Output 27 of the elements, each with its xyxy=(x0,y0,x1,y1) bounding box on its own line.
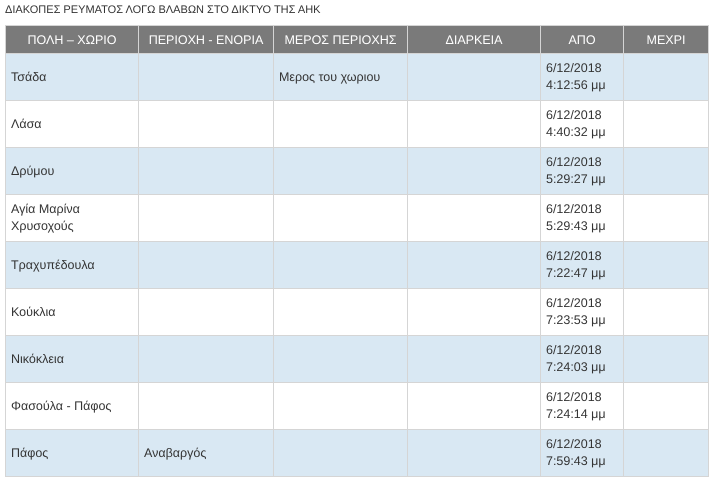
table-cell: 6/12/2018 4:12:56 μμ xyxy=(546,61,606,92)
table-cell: Μερος του χωριου xyxy=(279,70,380,84)
table-cell: Αναβαργός xyxy=(144,446,206,460)
table-cell: 6/12/2018 5:29:27 μμ xyxy=(546,155,606,186)
table-cell: Πάφος xyxy=(11,446,48,460)
column-header: ΠΕΡΙΟΧΗ - ΕΝΟΡΙΑ xyxy=(138,26,274,54)
column-header: ΜΕΡΟΣ ΠΕΡΙΟΧΗΣ xyxy=(274,26,408,54)
table-cell: 6/12/2018 7:22:47 μμ xyxy=(546,249,606,280)
table-cell: Φασούλα - Πάφος xyxy=(11,398,112,412)
table-cell: 6/12/2018 7:24:14 μμ xyxy=(546,390,606,421)
column-header: ΠΟΛΗ – ΧΩΡΙΟ xyxy=(6,26,138,54)
column-header: ΜΕΧΡΙ xyxy=(624,26,708,54)
table-cell: 6/12/2018 7:59:43 μμ xyxy=(546,437,606,468)
column-header: ΔΙΑΡΚΕΙΑ xyxy=(408,26,540,54)
table-cell: Νικόκλεια xyxy=(11,352,64,366)
table-cell: Κούκλια xyxy=(11,304,56,318)
column-header: ΑΠΟ xyxy=(540,26,624,54)
table-cell: 6/12/2018 4:40:32 μμ xyxy=(546,108,606,139)
table-cell: Τραχυπέδουλα xyxy=(11,258,95,272)
table-cell: 6/12/2018 7:24:03 μμ xyxy=(546,343,606,374)
table-cell: Δρύμου xyxy=(11,164,54,178)
table-cell: Αγία Μαρίνα Χρυσοχούς xyxy=(11,202,80,233)
table-cell: 6/12/2018 5:29:43 μμ xyxy=(546,202,606,233)
page-title: ΔΙΑΚΟΠΕΣ ΡΕΥΜΑΤΟΣ ΛΟΓΩ ΒΛΑΒΩΝ ΣΤΟ ΔΙΚΤΥΟ ΤΗΣ ΑΗΚ xyxy=(5,3,322,18)
table-cell: 6/12/2018 7:23:53 μμ xyxy=(546,296,606,327)
table-cell: Λάσα xyxy=(11,116,42,130)
table-cell: Τσάδα xyxy=(11,70,46,84)
